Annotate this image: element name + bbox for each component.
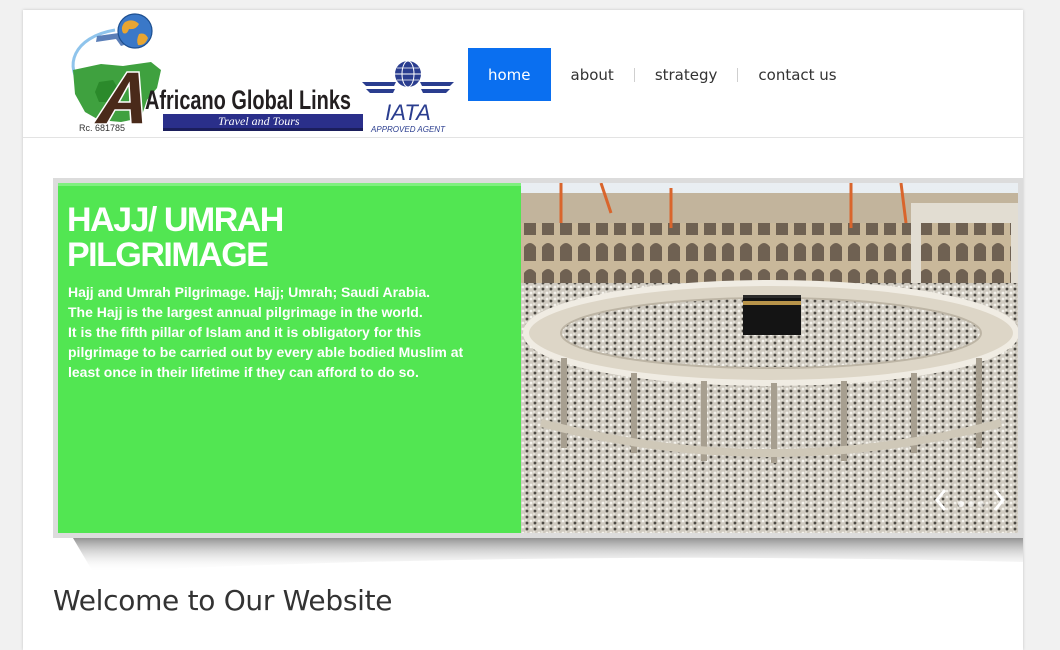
main-nav: home about strategy contact us <box>468 48 857 101</box>
globe-icon <box>117 13 153 49</box>
slide-description-line: The Hajj is the largest annual pilgrimag… <box>68 304 423 320</box>
slide-title: HAJJ/ UMRAH PILGRIMAGE <box>67 203 507 273</box>
slide-description-line: least once in their lifetime if they can… <box>68 364 419 380</box>
brand-tagline: Travel and Tours <box>218 114 300 128</box>
iata-globe-icon <box>395 60 421 88</box>
hero-slider: HAJJ/ UMRAH PILGRIMAGE Hajj and Umrah Pi… <box>53 178 1023 538</box>
slide-description: Hajj and Umrah Pilgrimage. Hajj; Umrah; … <box>68 282 513 382</box>
nav-home[interactable]: home <box>468 48 551 101</box>
slider-next-arrow-icon[interactable] <box>991 488 1007 512</box>
nav-strategy[interactable]: strategy <box>635 48 738 101</box>
iata-logo: IATA APPROVED AGENT <box>362 60 454 134</box>
nav-about[interactable]: about <box>551 48 634 101</box>
page-container: Africano Global Links Travel and Tours R… <box>23 10 1023 650</box>
slider-prev-arrow-icon[interactable] <box>933 488 949 512</box>
slider-shadow <box>73 538 1023 572</box>
slide-description-line: pilgrimage to be carried out by every ab… <box>68 344 464 360</box>
iata-subtext: APPROVED AGENT <box>370 125 446 134</box>
slide-description-line: It is the fifth pillar of Islam and it i… <box>68 324 422 340</box>
slide-indicator-dots[interactable] <box>958 501 984 507</box>
slide-title-line: HAJJ/ UMRAH <box>67 201 284 239</box>
brand-logo[interactable]: Africano Global Links Travel and Tours R… <box>53 12 363 136</box>
slide-text-panel: HAJJ/ UMRAH PILGRIMAGE Hajj and Umrah Pi… <box>58 183 521 533</box>
nav-contact-us[interactable]: contact us <box>738 48 856 101</box>
brand-name: Africano Global Links <box>145 85 351 115</box>
slide-title-line: PILGRIMAGE <box>67 236 269 274</box>
rc-number: Rc. 681785 <box>79 123 125 133</box>
slide-image-kaaba <box>521 183 1018 533</box>
welcome-heading: Welcome to Our Website <box>53 584 393 617</box>
site-header: Africano Global Links Travel and Tours R… <box>23 10 1023 138</box>
slide-description-line: Hajj and Umrah Pilgrimage. Hajj; Umrah; … <box>68 284 431 300</box>
iata-text: IATA <box>385 100 431 125</box>
